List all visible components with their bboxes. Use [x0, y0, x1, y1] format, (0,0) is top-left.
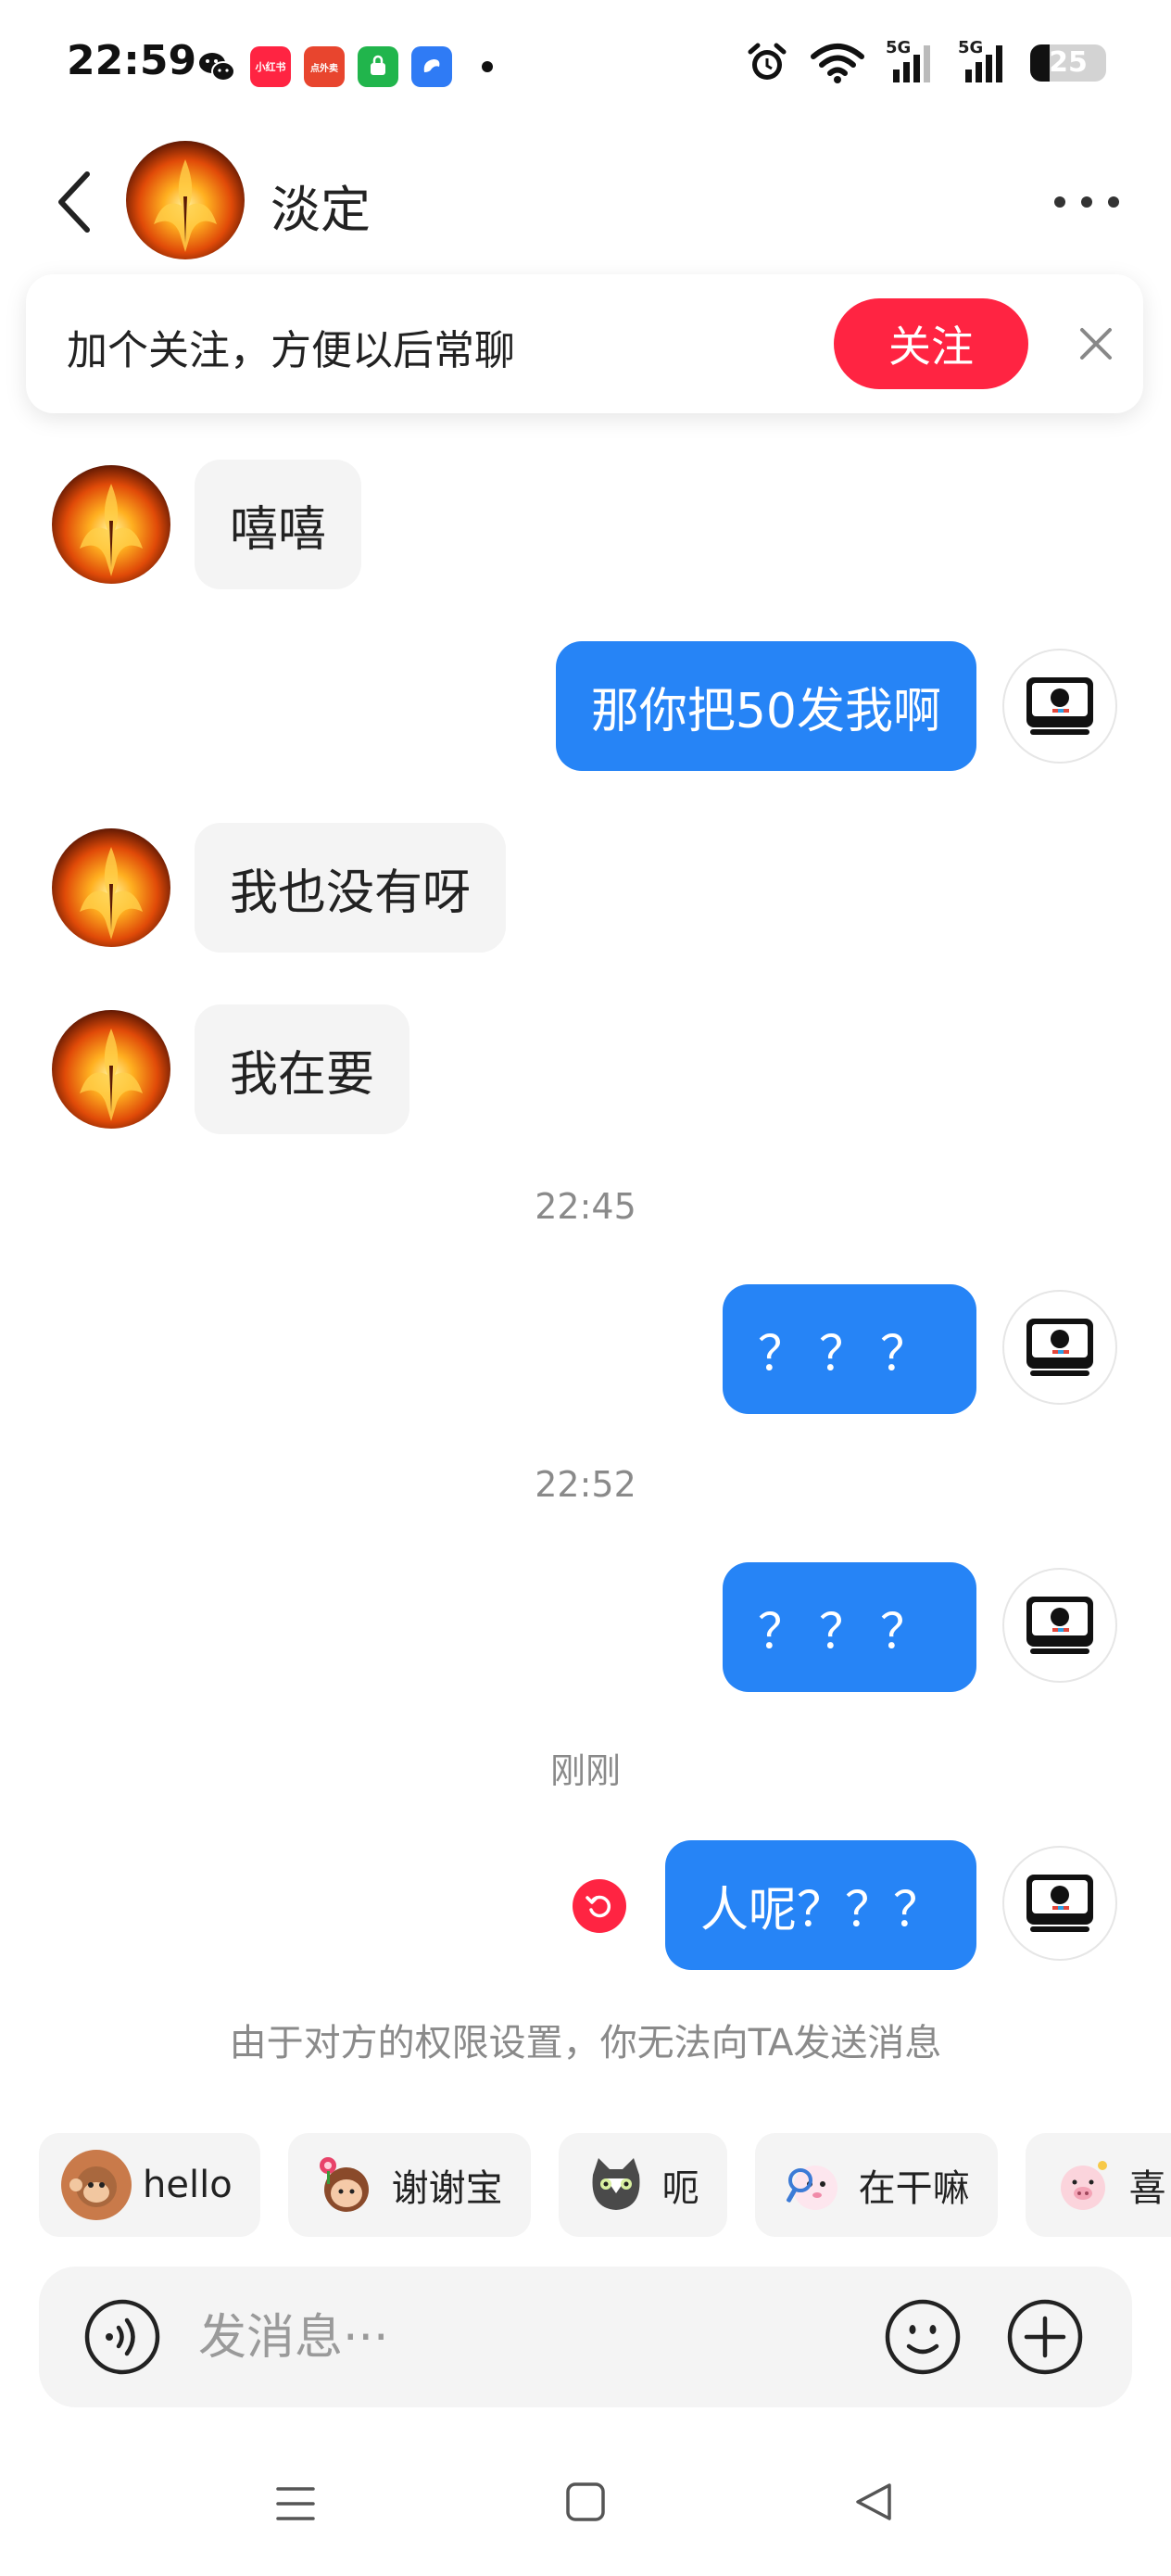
message-timestamp: 22:45 [535, 1186, 636, 1227]
notification-icons: 小红书 点外卖 [196, 46, 493, 87]
add-attachment-icon[interactable] [1006, 2298, 1084, 2376]
blue-app-icon [411, 46, 452, 87]
quick-reply-hello[interactable]: hello [39, 2133, 260, 2237]
system-icons: 5G 5G 25 [745, 38, 1106, 85]
waimai-icon: 点外卖 [304, 46, 345, 87]
close-icon[interactable] [1073, 321, 1119, 367]
my-avatar[interactable] [1002, 1290, 1117, 1405]
nav-back-icon[interactable] [852, 2480, 895, 2524]
camera-avatar-icon [1026, 1597, 1093, 1654]
girl-flower-emoji-icon [310, 2150, 381, 2220]
wifi-icon [811, 44, 864, 83]
message-timestamp: 刚刚 [549, 1750, 621, 1791]
chat-header: 淡定 [0, 130, 1171, 269]
contact-message-avatar[interactable] [52, 828, 170, 947]
incoming-message[interactable]: 嘻嘻 [195, 460, 362, 589]
quick-reply-er[interactable]: 呃 [558, 2133, 727, 2237]
follow-banner-text: 加个关注，方便以后常聊 [67, 327, 515, 374]
status-time: 22:59 [67, 37, 197, 84]
cat-emoji-icon [581, 2150, 651, 2220]
incoming-message[interactable]: 我也没有呀 [195, 823, 507, 953]
more-notifications-dot [482, 61, 493, 72]
signal-icon-2: 5G [958, 38, 1010, 84]
quick-reply-xi[interactable]: 喜 [1025, 2133, 1171, 2237]
my-avatar[interactable] [1002, 649, 1117, 764]
pig-emoji-icon [1048, 2150, 1118, 2220]
outgoing-message[interactable]: 那你把50发我啊 [555, 641, 976, 771]
resend-failed-icon[interactable] [573, 1879, 626, 1933]
permission-notice: 由于对方的权限设置，你无法向TA发送消息 [229, 2022, 942, 2065]
camera-avatar-icon [1026, 1319, 1093, 1376]
contact-message-avatar[interactable] [52, 1010, 170, 1129]
back-icon[interactable] [52, 167, 98, 237]
incoming-message[interactable]: 我在要 [195, 1004, 410, 1134]
quick-reply-thanks[interactable]: 谢谢宝 [287, 2133, 531, 2237]
camera-avatar-icon [1026, 677, 1093, 735]
more-options-icon[interactable] [1054, 191, 1119, 213]
voice-input-icon[interactable] [83, 2298, 161, 2376]
peeking-emoji-icon [777, 2150, 848, 2220]
quick-reply-what-doing[interactable]: 在干嘛 [754, 2133, 998, 2237]
message-input-bar [39, 2267, 1132, 2407]
contact-avatar[interactable] [126, 141, 245, 259]
monkey-emoji-icon [61, 2150, 132, 2220]
my-avatar[interactable] [1002, 1568, 1117, 1683]
system-nav-bar [0, 2446, 1171, 2557]
wechat-icon [199, 53, 235, 82]
signal-icon-1: 5G [886, 38, 938, 84]
xiaohongshu-icon: 小红书 [250, 46, 291, 87]
message-timestamp: 22:52 [535, 1464, 636, 1505]
message-input[interactable] [196, 2304, 867, 2372]
quick-reply-bar: hello 谢谢宝 呃 在干嘛 喜 [39, 2133, 1171, 2237]
outgoing-message[interactable]: ？？？ [722, 1284, 976, 1414]
alarm-icon [748, 43, 787, 80]
outgoing-message[interactable]: 人呢？？？ [664, 1840, 976, 1970]
recent-apps-icon[interactable] [274, 2483, 317, 2524]
my-avatar[interactable] [1002, 1846, 1117, 1961]
status-bar: 22:59 小红书 点外卖 5G 5G 25 [0, 0, 1171, 130]
home-icon[interactable] [565, 2481, 606, 2522]
battery-indicator: 25 [1030, 44, 1106, 82]
follow-button[interactable]: 关注 [834, 298, 1028, 389]
contact-name[interactable]: 淡定 [271, 169, 371, 242]
follow-banner: 加个关注，方便以后常聊 关注 [26, 274, 1143, 413]
camera-avatar-icon [1026, 1875, 1093, 1932]
contact-message-avatar[interactable] [52, 465, 170, 584]
emoji-icon[interactable] [884, 2298, 962, 2376]
green-app-icon [358, 46, 398, 87]
outgoing-message[interactable]: ？？？ [722, 1562, 976, 1692]
